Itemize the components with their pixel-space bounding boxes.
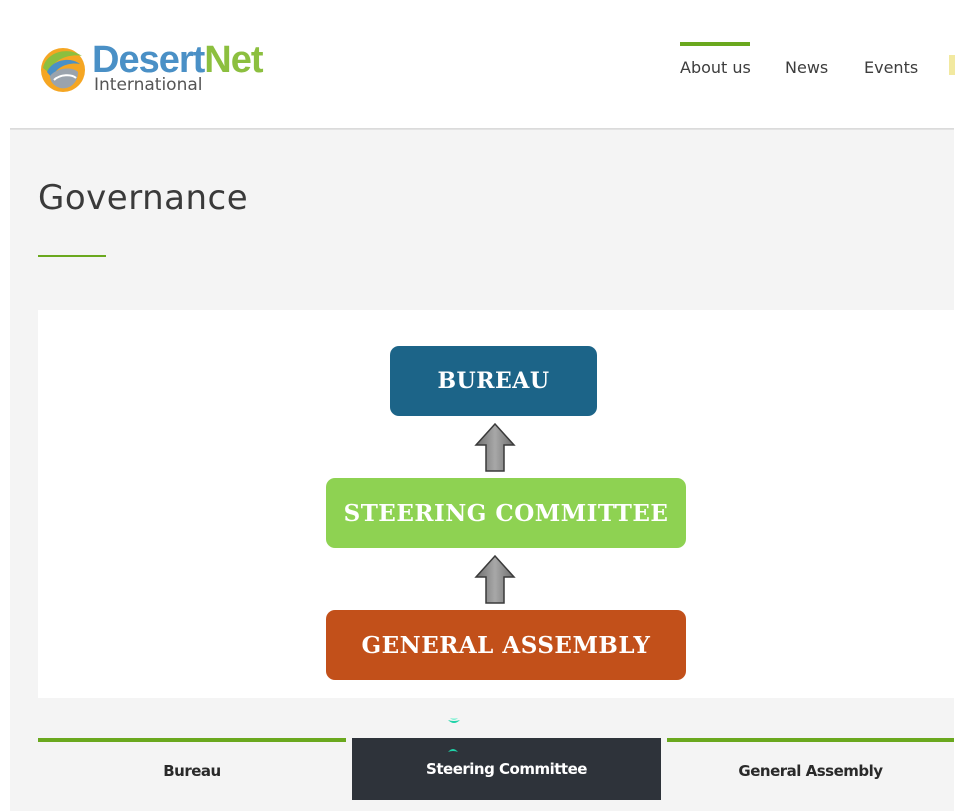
diagram-box-general-assembly: GENERAL ASSEMBLY [326,610,686,680]
nav-item-events[interactable]: Events [864,58,918,77]
nav-item-news[interactable]: News [785,58,828,77]
desertnet-logo[interactable]: DesertNet International [38,38,268,98]
tab-label: General Assembly [738,762,883,780]
active-tab-marker-icon [448,749,458,752]
page-title: Governance [38,178,249,218]
site-header: DesertNet International About us News Ev… [0,0,959,130]
diagram-box-steering-committee: STEERING COMMITTEE [326,478,686,548]
globe-logo-icon [41,48,85,92]
tab-label: Bureau [163,762,221,780]
tab-indicator-icon [448,718,460,723]
title-underline [38,255,106,257]
nav-overflow-edge [949,55,955,75]
tab-steering-committee[interactable]: Steering Committee [352,738,661,800]
tab-general-assembly[interactable]: General Assembly [667,738,954,800]
diagram-box-bureau: BUREAU [390,346,597,416]
tab-label: Steering Committee [426,760,587,778]
nav-active-indicator [680,42,750,46]
up-arrow-icon [474,555,516,604]
logo-subtitle: International [94,75,203,95]
up-arrow-icon [474,423,516,472]
nav-item-about-us[interactable]: About us [680,58,751,77]
tab-bureau[interactable]: Bureau [38,738,346,800]
